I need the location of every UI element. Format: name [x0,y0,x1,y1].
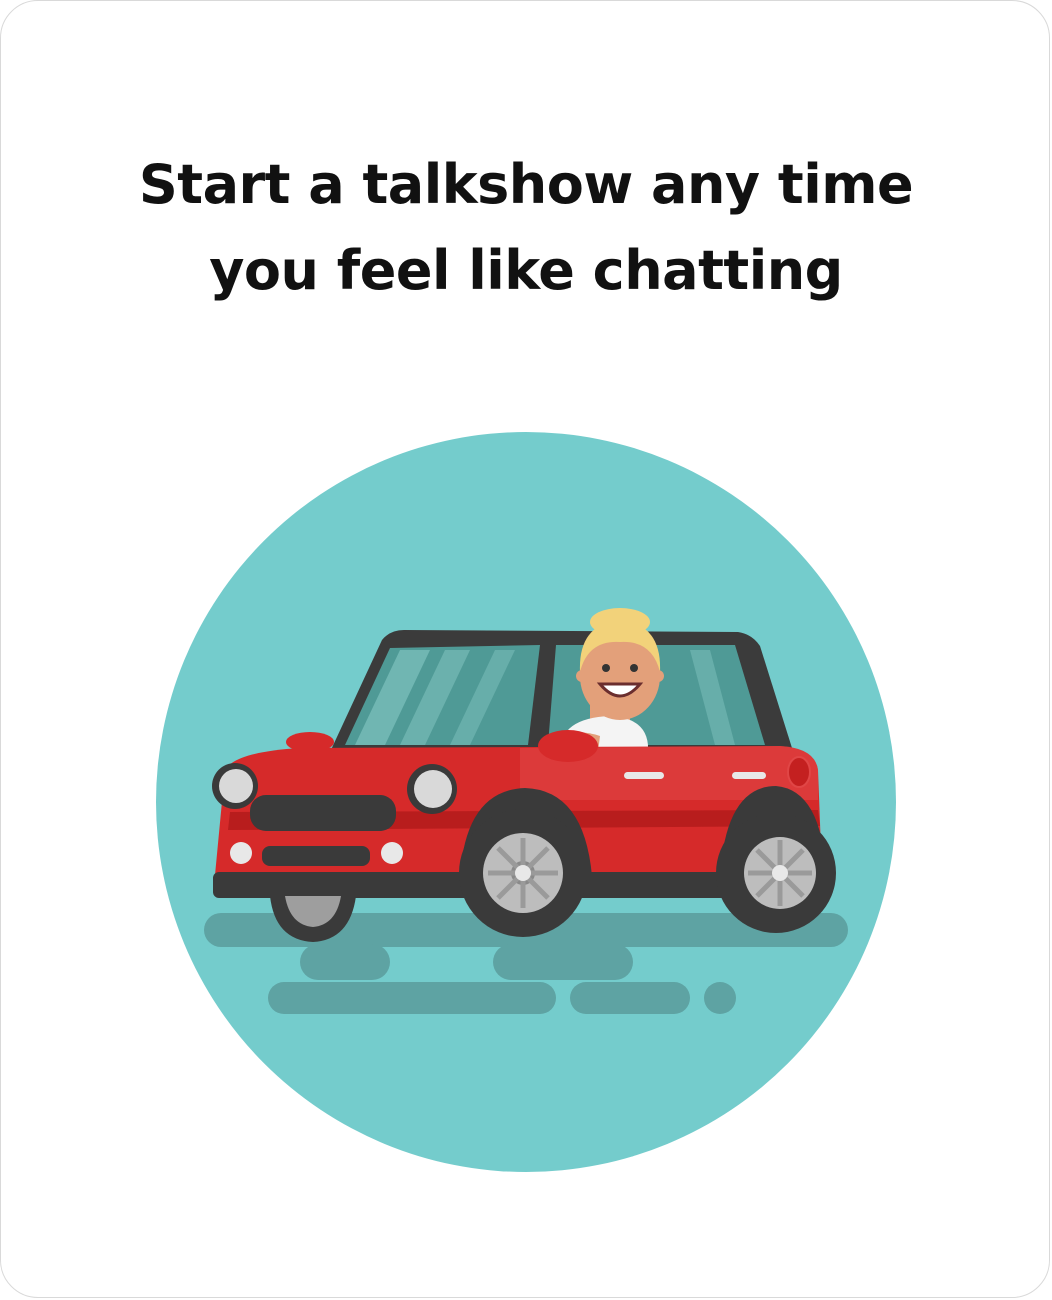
car-driver-illustration [156,432,896,1172]
